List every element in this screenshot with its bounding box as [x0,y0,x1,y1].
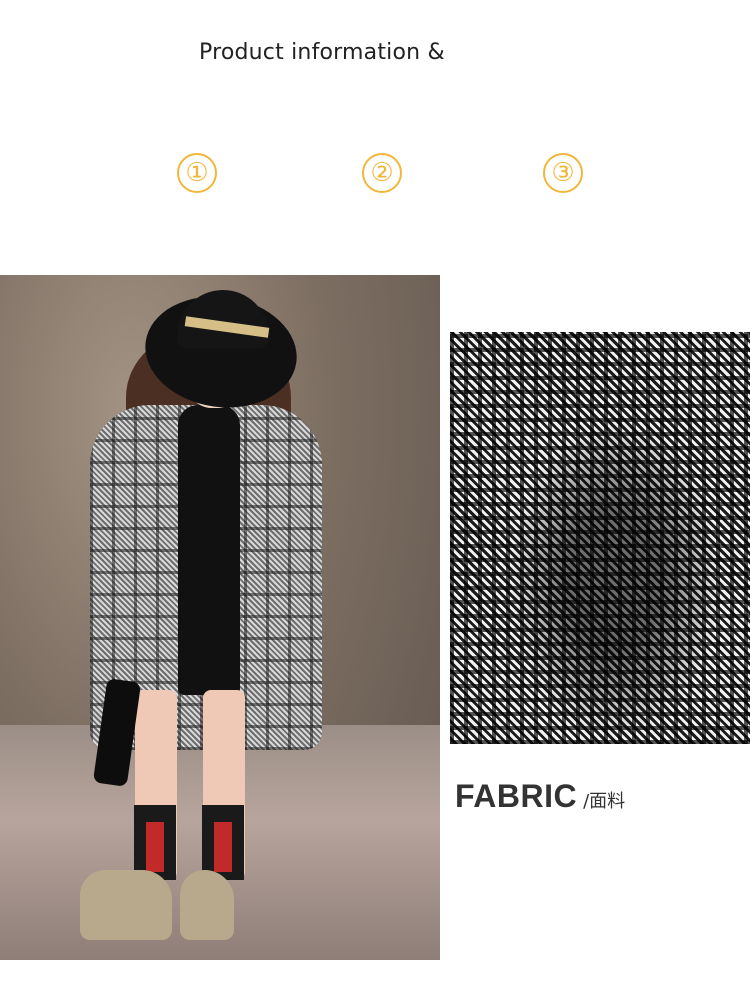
step-1-badge: ① [177,153,217,193]
fabric-label-en: FABRIC [455,778,578,814]
section-title: Product information & [199,40,445,65]
fabric-photo [450,332,750,744]
step-3-badge: ③ [543,153,583,193]
left-sock-stripe [146,822,164,872]
step-2-badge: ② [362,153,402,193]
fabric-label: FABRIC /面料 [455,778,625,815]
right-boot-shape [180,870,234,940]
fabric-label-cn: /面料 [583,791,626,812]
left-boot-shape [80,870,172,940]
right-sock-stripe [214,822,232,872]
black-sweater-shape [178,405,240,695]
